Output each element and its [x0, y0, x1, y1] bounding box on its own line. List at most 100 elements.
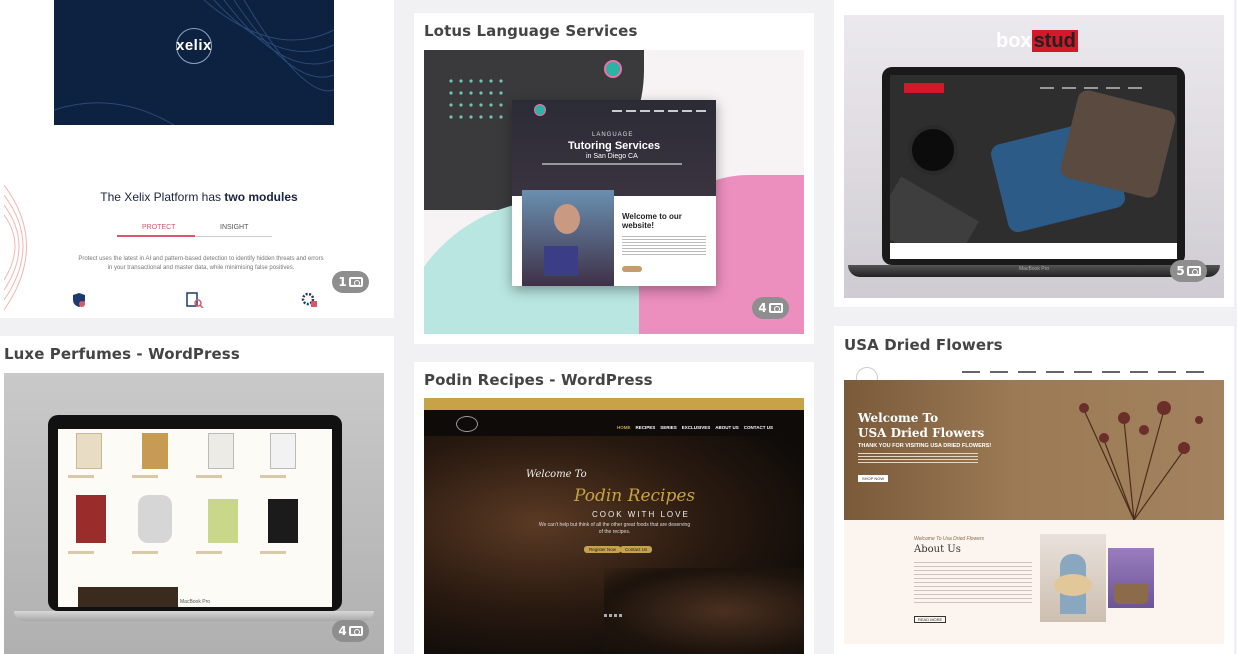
photo-count-badge[interactable]: 1 [332, 271, 369, 293]
nav-recipes: RECIPES [635, 425, 656, 430]
boxstud-card[interactable]: box stud MacBook Pro 5 [834, 0, 1234, 307]
card-title[interactable]: Lotus Language Services [424, 22, 637, 40]
podin-welcome: Welcome To [526, 469, 587, 480]
podin-topbar [424, 398, 804, 410]
xelix-stripe-decoration [4, 185, 27, 311]
dried-about-kicker: Welcome To Usa Dried Flowers [914, 536, 985, 542]
dried-flowers-thumbnail[interactable]: Welcome To USA Dried Flowers THANK YOU F… [844, 364, 1224, 644]
xelix-card[interactable]: xelix The Xelix Platform has two modules… [0, 0, 394, 318]
dried-hero-sub: THANK YOU FOR VISITING USA DRIED FLOWERS… [858, 443, 992, 449]
dried-nav [962, 371, 1212, 373]
lotus-nav-logo [534, 104, 546, 116]
lotus-dot-grid [449, 79, 503, 119]
podin-logo [456, 416, 478, 432]
perfume-bottle [270, 433, 296, 469]
boxstud-bottom-strip [890, 243, 1177, 259]
camera-icon [348, 277, 363, 287]
dried-shop-button: SHOP NOW [858, 475, 889, 482]
boxstud-site [890, 75, 1177, 259]
lotus-language-thumbnail[interactable]: LANGUAGE Tutoring Services in San Diego … [424, 50, 804, 334]
xelix-heading: The Xelix Platform has two modules [100, 190, 298, 204]
photo-count-badge[interactable]: 4 [752, 297, 789, 319]
hero-subtext [542, 163, 682, 165]
register-button: Register Now [584, 546, 622, 553]
shield-icon [73, 293, 85, 307]
welcome-button [622, 266, 642, 272]
boxstud-site-nav [1040, 87, 1150, 89]
perfume-bottle [268, 499, 298, 543]
podin-nav: HOME RECIPES SERIES EXCLUSIVES ABOUT US … [617, 425, 773, 430]
perfume-price-row [68, 551, 322, 554]
dried-hero-body [858, 453, 978, 465]
gear-icon [301, 292, 317, 307]
nav-exclusives: EXCLUSIVES [681, 425, 711, 430]
contact-button: Contact Us [620, 546, 653, 553]
laptop-base [14, 611, 374, 621]
lotus-book [544, 246, 578, 276]
xelix-modules-panel: The Xelix Platform has two modules PROTE… [4, 160, 394, 315]
perfume-bottle [76, 495, 106, 543]
laptop-label: MacBook Pro [1019, 266, 1050, 272]
dried-flower-stems [1079, 401, 1203, 520]
slider-dots [604, 614, 624, 617]
boxstud-site-logo [904, 83, 944, 93]
nav-about: ABOUT US [715, 425, 739, 430]
tab-insight[interactable]: INSIGHT [220, 224, 248, 231]
perfume-banner [78, 587, 178, 607]
tab-underline-active [117, 235, 195, 237]
camera-icon [1186, 266, 1201, 276]
card-title[interactable]: USA Dried Flowers [844, 336, 1003, 354]
podin-recipes-thumbnail[interactable]: HOME RECIPES SERIES EXCLUSIVES ABOUT US … [424, 398, 804, 654]
boxstud-logo: box stud [996, 30, 1078, 52]
perfume-bottle [208, 499, 238, 543]
lotus-logo [604, 60, 622, 78]
laptop-label: MacBook Pro [180, 599, 211, 605]
nav-contact: CONTACT US [743, 425, 773, 430]
camera-icon [768, 303, 783, 313]
welcome-heading: Welcome to our website! [622, 212, 682, 230]
usa-dried-flowers-card[interactable]: USA Dried Flowers Welcome To USA Dried F… [834, 326, 1234, 654]
perfume-bottle [208, 433, 234, 469]
perfume-bottle [138, 495, 172, 543]
laptop-screen [882, 67, 1185, 265]
tab-protect[interactable]: PROTECT [142, 224, 175, 231]
nav-home: HOME [617, 425, 631, 430]
perfume-bottle [142, 433, 168, 469]
photo-count-badge[interactable]: 4 [332, 620, 369, 642]
camera-icon [348, 626, 363, 636]
dried-about-body [914, 562, 1032, 606]
lotus-language-card[interactable]: Lotus Language Services LANGUAGE Tutorin… [414, 13, 814, 344]
xelix-logo: xelix [176, 37, 212, 54]
hero-small: LANGUAGE [592, 132, 634, 138]
lotus-portrait [522, 190, 614, 286]
xelix-logo-panel: xelix [54, 0, 334, 125]
lotus-site-preview: LANGUAGE Tutoring Services in San Diego … [512, 100, 716, 286]
luxe-perfumes-card[interactable]: Luxe Perfumes - WordPress MacBook Pro 4 [0, 336, 394, 654]
podin-food-image-2 [604, 568, 804, 654]
document-search-icon [186, 292, 204, 308]
perfume-bottle [76, 433, 102, 469]
dried-read-more: READ MORE [914, 616, 947, 623]
boxstud-thumbnail[interactable]: box stud MacBook Pro [844, 15, 1224, 298]
hero-big: Tutoring Services [568, 140, 661, 152]
luxe-perfumes-thumbnail[interactable]: MacBook Pro [4, 373, 384, 654]
dried-hero-title-1: Welcome To [858, 411, 939, 425]
dried-bouquet [1054, 574, 1092, 596]
dried-hero-title-2: USA Dried Flowers [858, 426, 985, 440]
dried-about-title: About Us [914, 544, 961, 555]
boxstud-coffee-cup [908, 125, 958, 175]
perfume-grid [58, 429, 332, 607]
lotus-person [554, 204, 580, 234]
laptop-screen [48, 415, 342, 611]
welcome-body [622, 236, 706, 256]
card-title[interactable]: Luxe Perfumes - WordPress [4, 345, 240, 363]
hero-city: in San Diego CA [586, 153, 638, 160]
card-title[interactable]: Podin Recipes - WordPress [424, 371, 653, 389]
podin-tagline: COOK WITH LOVE [592, 510, 690, 519]
podin-recipes-card[interactable]: Podin Recipes - WordPress HOME RECIPES S… [414, 362, 814, 654]
lotus-nav-links [612, 110, 708, 112]
photo-count-badge[interactable]: 5 [1170, 260, 1207, 282]
dried-about-photo [1040, 534, 1106, 622]
podin-blurb: We can't help but think of all the other… [538, 522, 691, 535]
perfume-price-row [68, 475, 322, 478]
